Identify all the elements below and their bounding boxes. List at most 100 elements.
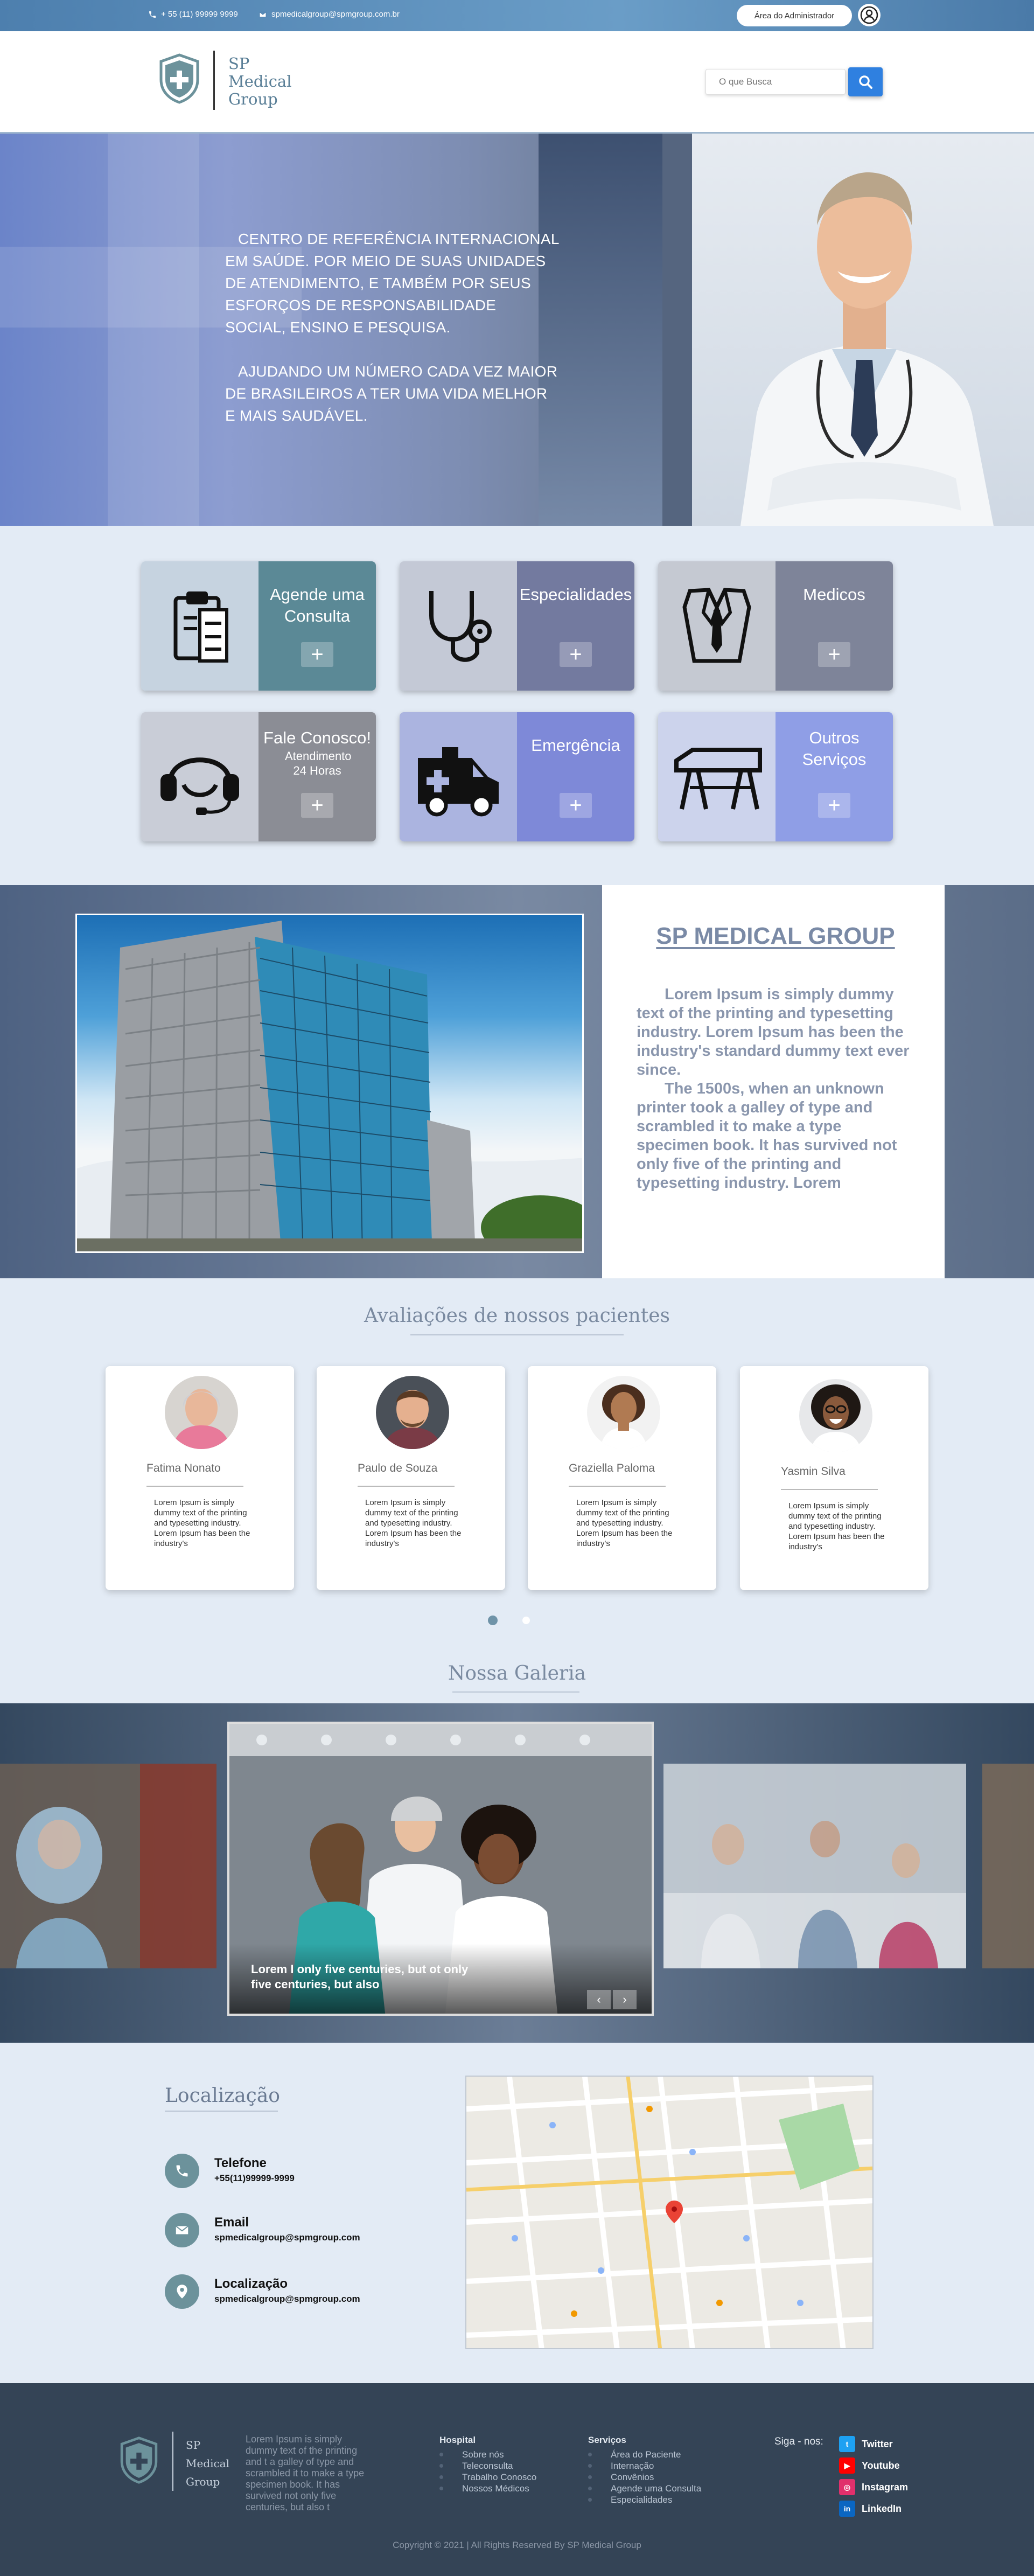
logo-shield-icon[interactable] <box>158 53 201 105</box>
hero-paragraph-1: Centro de referência internacional em sa… <box>225 231 559 336</box>
service-label: Fale Conosco! <box>263 728 371 747</box>
carousel-dot-active[interactable] <box>488 1616 498 1625</box>
contact-address: Localização spmedicalgroup@spmgroup.com <box>165 2274 360 2309</box>
mail-icon <box>259 11 267 17</box>
hero-cross-decoration <box>108 134 199 526</box>
top-bar: + 55 (11) 99999 9999 spmedicalgroup@spmg… <box>0 0 1034 31</box>
footer-link[interactable]: Área do Paciente <box>588 2449 701 2460</box>
gallery-title: Nossa Galeria <box>448 1662 586 1684</box>
footer-link[interactable]: Nossos Médicos <box>439 2483 536 2494</box>
topbar-phone-text: + 55 (11) 99999 9999 <box>161 10 238 19</box>
footer-services-links: Área do Paciente Internação Convênios Ag… <box>588 2449 701 2505</box>
topbar-phone: + 55 (11) 99999 9999 <box>148 10 238 19</box>
hero-text: Centro de referência internacional em sa… <box>225 228 559 449</box>
footer-link[interactable]: Agende uma Consulta <box>588 2483 701 2494</box>
review-card: Paulo de Souza Lorem Ipsum is simply dum… <box>317 1366 505 1590</box>
footer-about-text: Lorem Ipsum is simply dummy text of the … <box>246 2434 365 2512</box>
hero-paragraph-2: Ajudando um número cada vez maior de bra… <box>225 363 558 424</box>
map-pin-icon <box>165 2274 199 2309</box>
about-text: Lorem Ipsum is simply dummy text of the … <box>637 986 910 1192</box>
service-label: Agende uma Consulta <box>270 585 365 625</box>
plus-icon[interactable]: + <box>818 793 850 818</box>
gallery-image-right[interactable] <box>663 1764 966 1968</box>
reviewer-name: Fatima Nonato <box>146 1462 221 1474</box>
footer-link[interactable]: Internação <box>588 2460 701 2471</box>
search-icon <box>859 75 872 89</box>
location-map[interactable] <box>465 2076 874 2349</box>
stethoscope-icon <box>429 591 492 662</box>
about-title: SP MEDICAL GROUP <box>656 923 895 949</box>
hero-banner: Centro de referência internacional em sa… <box>0 134 1034 526</box>
gallery-caption: Lorem I only five centuries, but ot only… <box>251 1962 469 1991</box>
social-instagram[interactable]: ◎ Instagram <box>839 2479 908 2495</box>
about-section: SP MEDICAL GROUP Lorem Ipsum is simply d… <box>0 885 1034 1278</box>
location-title: Localização <box>165 2085 280 2107</box>
review-card: Graziella Paloma Lorem Ipsum is simply d… <box>528 1366 716 1590</box>
review-card: Yasmin Silva Lorem Ipsum is simply dummy… <box>740 1366 928 1590</box>
social-twitter[interactable]: t Twitter <box>839 2436 893 2452</box>
gallery-main-image[interactable]: Lorem I only five centuries, but ot only… <box>227 1722 654 2016</box>
carousel-dot[interactable] <box>522 1617 530 1624</box>
service-card-schedule[interactable]: Agende uma Consulta + <box>141 561 376 691</box>
service-card-specialties[interactable]: Especialidades + <box>400 561 634 691</box>
phone-icon <box>165 2154 199 2188</box>
footer-hospital-title: Hospital <box>439 2435 476 2445</box>
footer-social-title: Siga - nos: <box>774 2436 823 2447</box>
service-card-contact[interactable]: Fale Conosco! Atendimento 24 Horas + <box>141 712 376 841</box>
avatar <box>376 1376 449 1449</box>
gallery-section: Lorem I only five centuries, but ot only… <box>0 1703 1034 2043</box>
footer-hospital-links: Sobre nós Teleconsulta Trabalho Conosco … <box>439 2449 536 2494</box>
plus-icon[interactable]: + <box>818 642 850 667</box>
social-linkedin[interactable]: in LinkedIn <box>839 2501 902 2517</box>
social-youtube[interactable]: ▶ Youtube <box>839 2457 900 2474</box>
footer-link[interactable]: Especialidades <box>588 2494 701 2505</box>
contact-phone: Telefone +55(11)99999-9999 <box>165 2154 295 2188</box>
footer-link[interactable]: Teleconsulta <box>439 2460 536 2471</box>
service-label: Outros Serviços <box>802 728 867 769</box>
header: SP Medical Group <box>0 31 1034 134</box>
service-label: Medicos <box>803 585 865 604</box>
plus-icon[interactable]: + <box>560 793 592 818</box>
plus-icon[interactable]: + <box>301 793 333 818</box>
avatar <box>799 1379 872 1452</box>
plus-icon[interactable]: + <box>301 642 333 667</box>
about-panel: SP MEDICAL GROUP Lorem Ipsum is simply d… <box>602 885 945 1278</box>
ambulance-icon <box>418 747 499 817</box>
admin-area-button[interactable]: Área do Administrador <box>737 5 852 26</box>
linkedin-icon: in <box>839 2501 855 2517</box>
avatar <box>587 1376 660 1449</box>
reviewer-name: Graziella Paloma <box>569 1462 655 1474</box>
plus-icon[interactable]: + <box>560 642 592 667</box>
clipboard-icon <box>173 591 228 663</box>
search-button[interactable] <box>848 67 883 96</box>
service-card-other[interactable]: Outros Serviços + <box>658 712 893 841</box>
footer-logo-shield-icon[interactable] <box>118 2436 159 2484</box>
service-card-doctors[interactable]: Medicos + <box>658 561 893 691</box>
phone-icon <box>149 11 156 18</box>
service-label: Especialidades <box>519 585 632 604</box>
gallery-next-button[interactable]: › <box>613 1990 637 2009</box>
footer-services-title: Serviços <box>588 2435 626 2445</box>
gallery-prev-button[interactable]: ‹ <box>587 1990 611 2009</box>
mail-icon <box>165 2213 199 2247</box>
footer-link[interactable]: Sobre nós <box>439 2449 536 2460</box>
footer-link[interactable]: Trabalho Conosco <box>439 2471 536 2483</box>
building-photo <box>75 914 584 1253</box>
reviewer-name: Paulo de Souza <box>358 1462 438 1474</box>
service-label: Emergência <box>531 736 620 755</box>
gallery-image-left[interactable] <box>0 1764 216 1968</box>
footer-logo-text[interactable]: SP Medical Group <box>186 2436 229 2491</box>
headset-icon <box>160 757 239 815</box>
user-icon[interactable] <box>858 4 881 26</box>
reviews-title: Avaliações de nossos pacientes <box>364 1305 670 1327</box>
logo-text[interactable]: SP Medical Group <box>228 55 292 108</box>
service-sublabel: Atendimento 24 Horas <box>285 749 352 777</box>
topbar-email-text: spmedicalgroup@spmgroup.com.br <box>271 10 400 19</box>
search-input[interactable] <box>705 69 846 95</box>
contact-email: Email spmedicalgroup@spmgroup.com <box>165 2213 360 2247</box>
footer-link[interactable]: Convênios <box>588 2471 701 2483</box>
logo-divider <box>213 51 215 110</box>
service-card-emergency[interactable]: Emergência + <box>400 712 634 841</box>
reviewer-name: Yasmin Silva <box>781 1465 846 1478</box>
review-text: Lorem Ipsum is simply dummy text of the … <box>154 1498 250 1548</box>
